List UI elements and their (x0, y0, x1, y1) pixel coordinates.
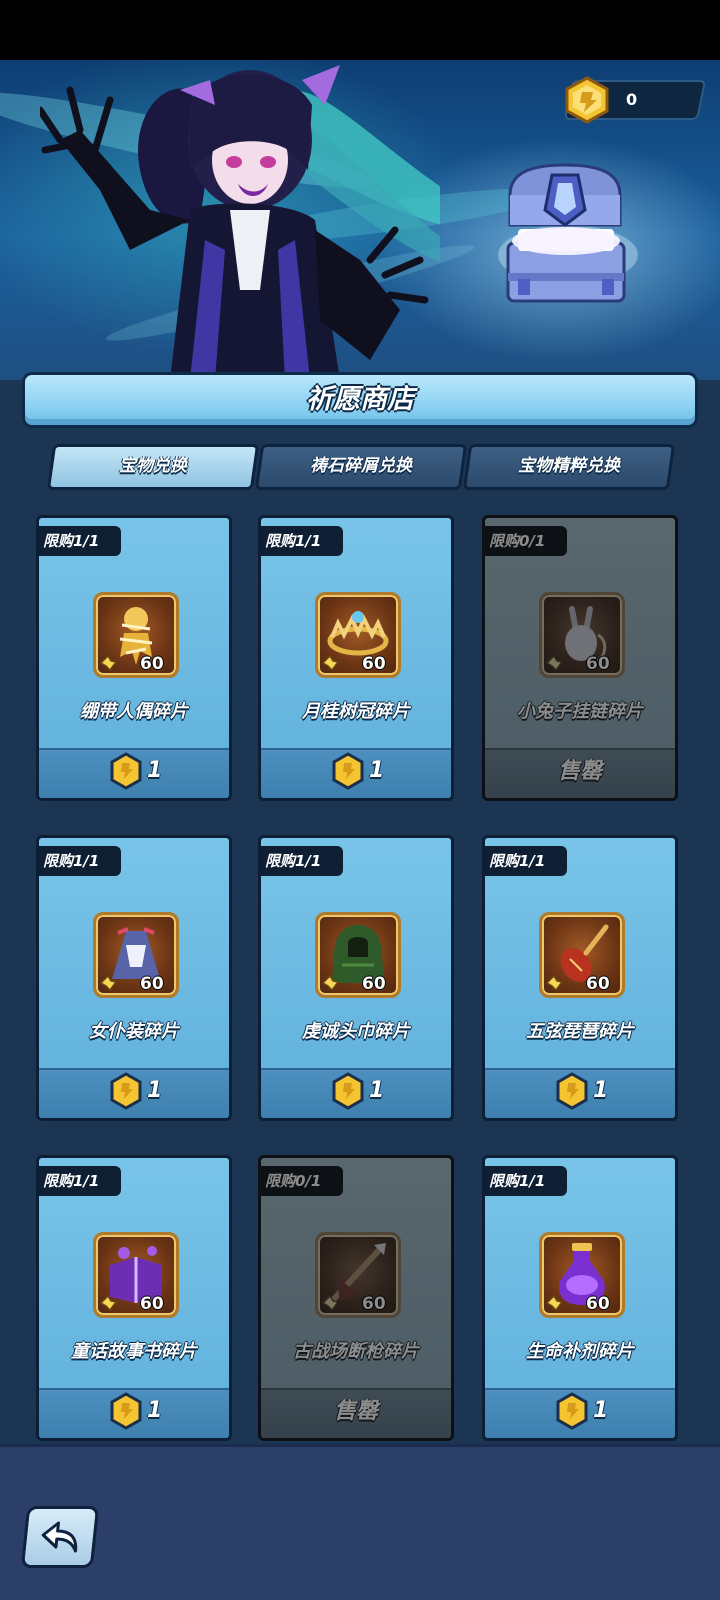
item-frame: 60 (315, 912, 401, 998)
shard-icon (545, 974, 564, 992)
purchase-limit-badge: 限购1/1 (485, 846, 567, 876)
item-frame: 60 (93, 1232, 179, 1318)
item-name: 古战场断枪碎片 (293, 1341, 419, 1362)
back-button[interactable] (20, 1506, 100, 1568)
gold-hex-coin-icon (110, 752, 142, 790)
item-frame: 60 (93, 912, 179, 998)
price-value: 1 (369, 1078, 385, 1103)
purchase-limit-badge: 限购0/1 (261, 1166, 343, 1196)
shard-count: 60 (140, 1294, 164, 1314)
purchase-limit-badge: 限购1/1 (39, 846, 121, 876)
sold-out-label: 售罄 (333, 1399, 378, 1424)
item-name: 月桂树冠碎片 (302, 701, 410, 722)
shard-icon (321, 654, 340, 672)
gold-hex-coin-icon (332, 1072, 364, 1110)
gold-hex-coin-icon (332, 752, 364, 790)
price-value: 1 (147, 1398, 163, 1423)
price-value: 1 (593, 1398, 609, 1423)
bottom-bar (0, 1444, 720, 1600)
shard-count: 60 (586, 974, 610, 994)
gold-hex-coin-icon (110, 1392, 142, 1430)
price-value: 1 (369, 758, 385, 783)
item-name: 五弦琵琶碎片 (526, 1021, 634, 1042)
shard-count: 60 (362, 1294, 386, 1314)
back-arrow-icon (41, 1521, 78, 1553)
gold-hex-coin-icon (556, 1072, 588, 1110)
shop-item-card[interactable]: 限购1/1 60 绷带人偶碎片 1 (36, 515, 232, 801)
item-frame: 60 (539, 592, 625, 678)
item-frame: 60 (93, 592, 179, 678)
shop-item-card[interactable]: 限购1/1 60 生命补剂碎片 1 (482, 1155, 678, 1441)
shard-icon (99, 654, 118, 672)
shard-count: 60 (586, 654, 610, 674)
sold-out-label: 售罄 (557, 759, 602, 784)
shard-count: 60 (362, 654, 386, 674)
purchase-limit-badge: 限购0/1 (485, 526, 567, 556)
gold-hex-coin-icon (556, 1392, 588, 1430)
treasure-chest-icon (498, 163, 638, 303)
shard-count: 60 (586, 1294, 610, 1314)
gold-hex-coin-icon (565, 76, 609, 124)
shop-item-card-sold-out: 限购0/1 60 古战场断枪碎片 售罄 (258, 1155, 454, 1441)
price-value: 1 (593, 1078, 609, 1103)
item-frame: 60 (315, 592, 401, 678)
shard-count: 60 (140, 654, 164, 674)
shop-item-card[interactable]: 限购1/1 60 女仆装碎片 1 (36, 835, 232, 1121)
tab-prayer-stone-exchange-label: 祷石碎屑兑换 (310, 456, 412, 476)
purchase-limit-badge: 限购1/1 (261, 846, 343, 876)
purchase-limit-badge: 限购1/1 (261, 526, 343, 556)
shard-icon (321, 974, 340, 992)
item-frame: 60 (539, 912, 625, 998)
shop-item-card[interactable]: 限购1/1 60 童话故事书碎片 1 (36, 1155, 232, 1441)
tab-treasure-essence-exchange-label: 宝物精粹兑换 (518, 456, 620, 476)
purchase-limit-badge: 限购1/1 (39, 526, 121, 556)
item-name: 小兔子挂链碎片 (517, 701, 643, 722)
shop-item-card[interactable]: 限购1/1 60 五弦琵琶碎片 1 (482, 835, 678, 1121)
purchase-limit-badge: 限购1/1 (39, 1166, 121, 1196)
shard-icon (321, 1294, 340, 1312)
shop-title-bar: 祈愿商店 (22, 372, 698, 428)
shard-count: 60 (362, 974, 386, 994)
shard-icon (99, 1294, 118, 1312)
price-value: 1 (147, 758, 163, 783)
heroine-illustration (40, 65, 440, 380)
item-name: 童话故事书碎片 (71, 1341, 197, 1362)
item-name: 生命补剂碎片 (526, 1341, 634, 1362)
shop-item-card[interactable]: 限购1/1 60 虔诚头巾碎片 1 (258, 835, 454, 1121)
shard-count: 60 (140, 974, 164, 994)
tab-treasure-exchange-label: 宝物兑换 (119, 456, 187, 476)
currency-amount: 0 (626, 90, 638, 109)
item-name: 虔诚头巾碎片 (302, 1021, 410, 1042)
page-title: 祈愿商店 (306, 384, 414, 415)
shard-icon (545, 654, 564, 672)
item-frame: 60 (539, 1232, 625, 1318)
shop-item-card-sold-out: 限购0/1 60 小兔子挂链碎片 售罄 (482, 515, 678, 801)
item-frame: 60 (315, 1232, 401, 1318)
shard-icon (99, 974, 118, 992)
shop-item-card[interactable]: 限购1/1 60 月桂树冠碎片 1 (258, 515, 454, 801)
price-value: 1 (147, 1078, 163, 1103)
gold-hex-coin-icon (110, 1072, 142, 1110)
shard-icon (545, 1294, 564, 1312)
purchase-limit-badge: 限购1/1 (485, 1166, 567, 1196)
status-bar (0, 0, 720, 60)
item-name: 女仆装碎片 (89, 1021, 179, 1042)
item-name: 绷带人偶碎片 (80, 701, 188, 722)
